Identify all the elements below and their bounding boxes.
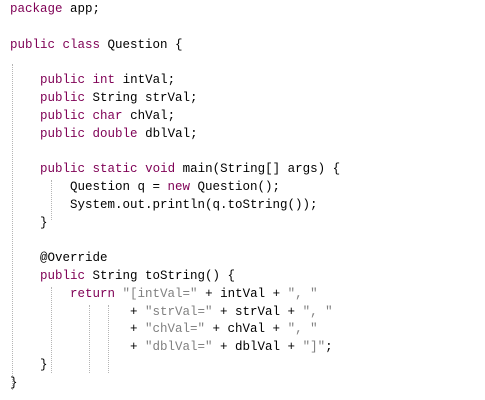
code-token: main(String[] args) { bbox=[175, 162, 341, 177]
code-line[interactable]: + "dblVal=" + dblVal + "]"; bbox=[10, 338, 333, 356]
code-token: + chVal + bbox=[205, 322, 288, 337]
code-token: chVal; bbox=[122, 108, 176, 123]
code-token: } bbox=[10, 215, 48, 230]
code-line[interactable]: System.out.println(q.toString()); bbox=[10, 196, 318, 214]
code-line[interactable]: } bbox=[10, 356, 48, 374]
code-line[interactable]: return "[intVal=" + intVal + ", " bbox=[10, 285, 318, 303]
code-token: } bbox=[10, 358, 48, 372]
keyword-token: public bbox=[40, 269, 86, 283]
keyword-token: new bbox=[167, 180, 191, 194]
keyword-token: static bbox=[92, 162, 138, 177]
code-token: + bbox=[10, 340, 146, 355]
keyword-token: package bbox=[10, 2, 63, 16]
code-line[interactable]: } bbox=[10, 214, 48, 232]
code-token: String strVal; bbox=[85, 91, 198, 105]
keyword-token: double bbox=[92, 126, 138, 141]
keyword-token: char bbox=[92, 108, 123, 123]
code-line[interactable]: } bbox=[10, 374, 18, 392]
string-token: "chVal=" bbox=[145, 322, 206, 337]
code-token: Question q = bbox=[10, 180, 168, 194]
string-token: ", " bbox=[287, 286, 318, 301]
string-token: "]" bbox=[302, 340, 326, 355]
keyword-token: return bbox=[70, 286, 116, 301]
code-token: + bbox=[10, 304, 146, 319]
code-token: Question { bbox=[100, 37, 183, 52]
keyword-token: public bbox=[40, 91, 86, 105]
code-line[interactable]: public int intVal; bbox=[10, 71, 175, 89]
code-token: ; bbox=[325, 340, 333, 355]
keyword-token: public bbox=[40, 126, 86, 141]
keyword-token: public bbox=[10, 37, 56, 52]
string-token: "strVal=" bbox=[145, 304, 213, 319]
code-line[interactable]: + "strVal=" + strVal + ", " bbox=[10, 303, 333, 321]
code-token: } bbox=[10, 375, 18, 390]
code-line[interactable]: public String toString() { bbox=[10, 267, 235, 285]
code-token: + bbox=[10, 322, 146, 337]
keyword-token: void bbox=[145, 162, 176, 177]
keyword-token: public bbox=[40, 73, 86, 88]
code-token: Question(); bbox=[190, 180, 281, 194]
code-token: app; bbox=[62, 2, 101, 16]
keyword-token: public bbox=[40, 162, 86, 177]
code-editor[interactable]: package app; public class Question { publ… bbox=[0, 0, 485, 400]
keyword-token: public bbox=[40, 108, 86, 123]
code-token: + strVal + bbox=[212, 304, 303, 319]
code-line[interactable]: public double dblVal; bbox=[10, 125, 198, 143]
code-line[interactable]: public class Question { bbox=[10, 36, 183, 54]
string-token: ", " bbox=[302, 304, 333, 319]
code-line[interactable]: @Override bbox=[10, 249, 108, 267]
code-token: + intVal + bbox=[197, 286, 288, 301]
code-line[interactable]: public String strVal; bbox=[10, 89, 198, 107]
code-line[interactable]: + "chVal=" + chVal + ", " bbox=[10, 320, 318, 338]
string-token: ", " bbox=[287, 322, 318, 337]
code-line[interactable]: public char chVal; bbox=[10, 107, 175, 125]
code-token: + dblVal + bbox=[212, 340, 303, 355]
string-token: "dblVal=" bbox=[145, 340, 213, 355]
code-token: dblVal; bbox=[137, 126, 198, 141]
code-token: System.out.println(q.toString()); bbox=[10, 197, 318, 212]
keyword-token: int bbox=[92, 73, 116, 88]
code-token: @Override bbox=[10, 251, 108, 266]
string-token: "[intVal=" bbox=[122, 286, 198, 301]
code-line[interactable]: Question q = new Question(); bbox=[10, 178, 280, 196]
code-line[interactable]: package app; bbox=[10, 0, 100, 18]
code-line[interactable]: public static void main(String[] args) { bbox=[10, 160, 340, 178]
code-token: intVal; bbox=[115, 73, 176, 88]
keyword-token: class bbox=[62, 37, 101, 52]
code-token: String toString() { bbox=[85, 269, 236, 283]
